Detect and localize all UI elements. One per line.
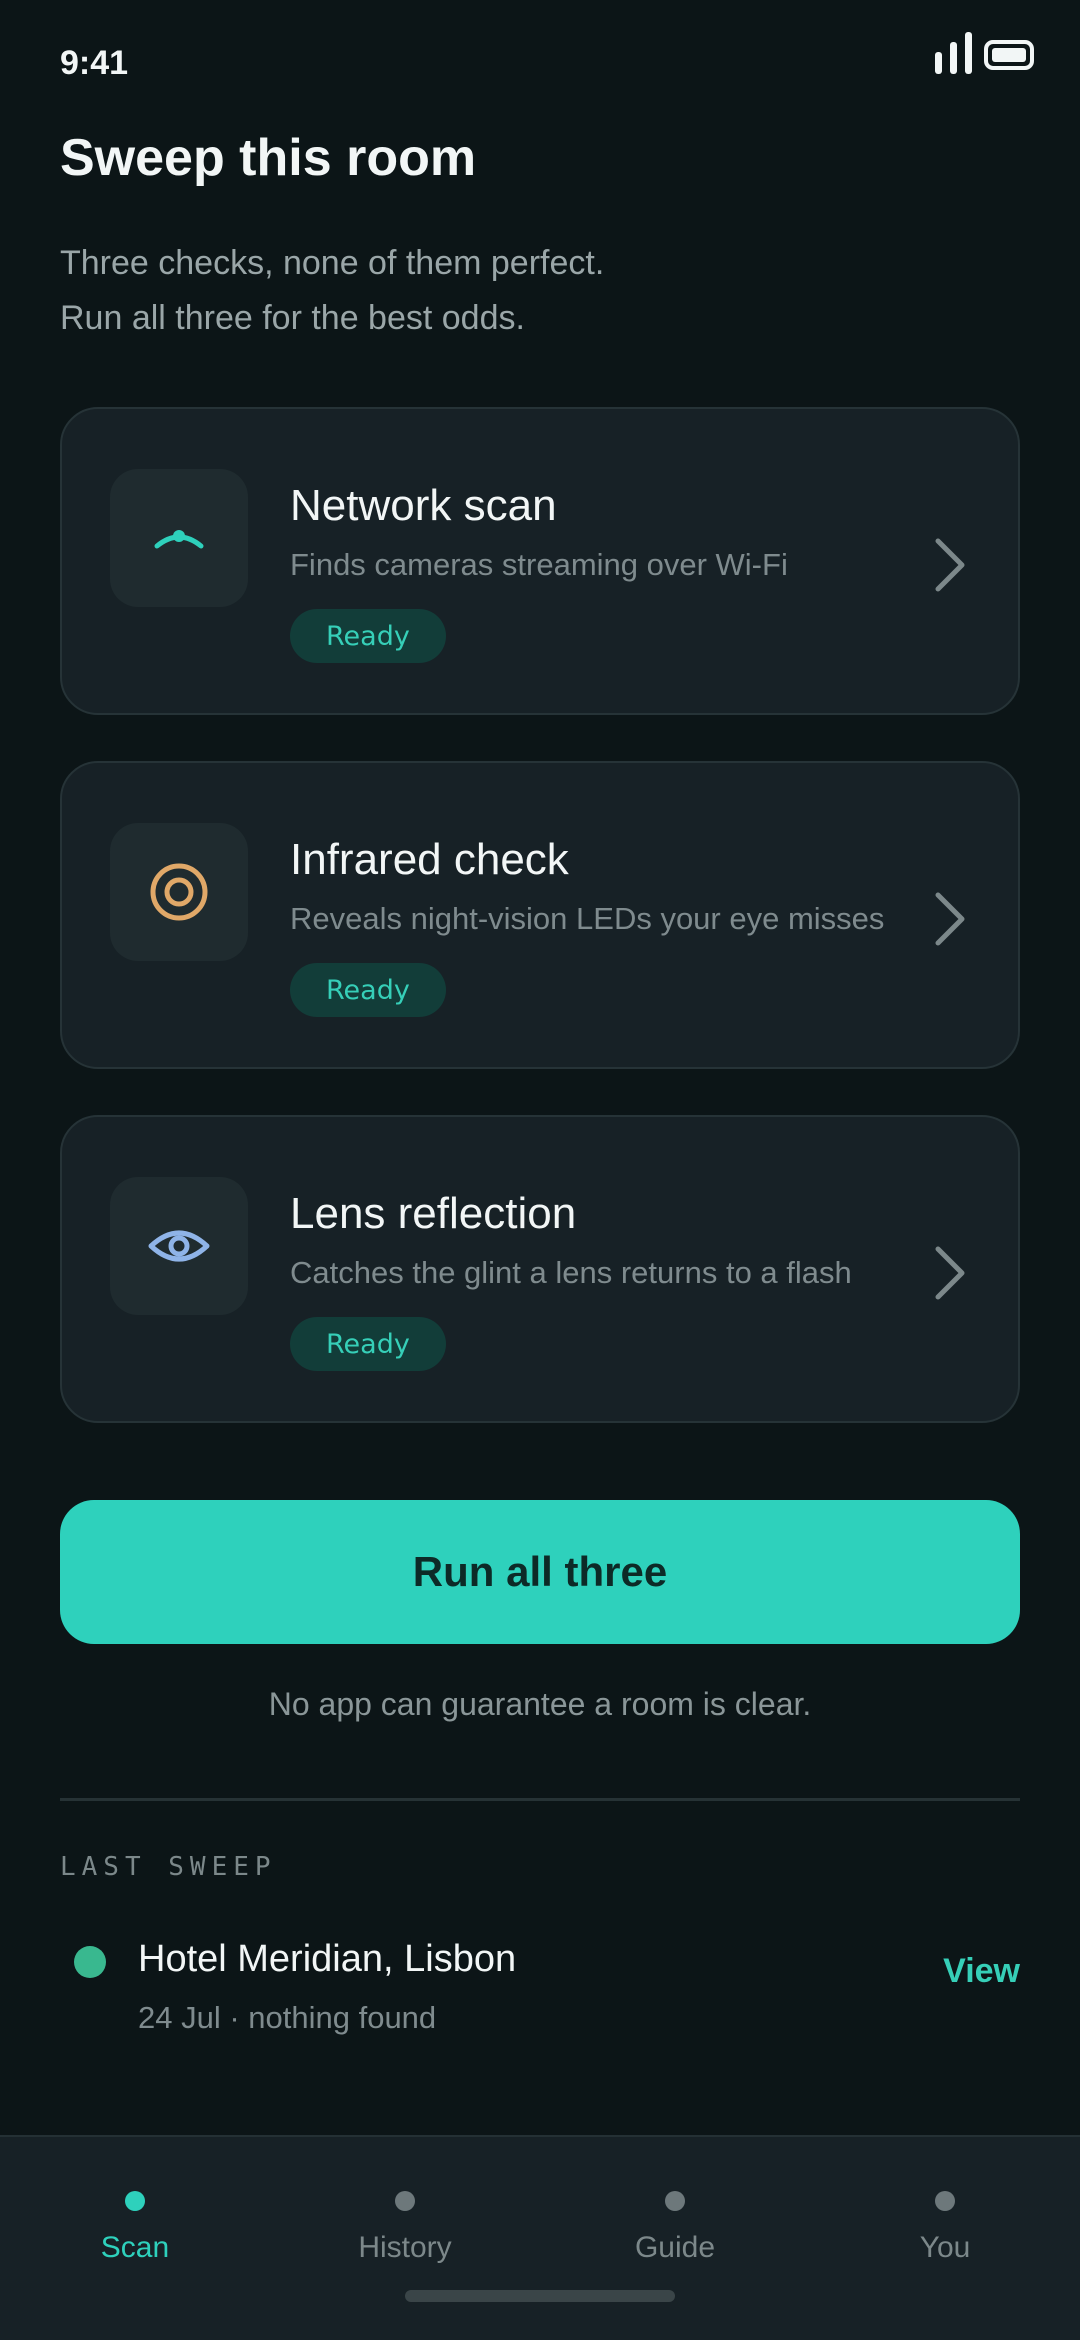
tab-label: Scan [100, 2231, 170, 2264]
check-description: Reveals night-vision LEDs your eye misse… [290, 901, 885, 936]
signal-icon [935, 32, 972, 74]
view-last-sweep-link[interactable]: View [943, 1952, 1020, 1991]
tab-dot-icon [935, 2191, 955, 2211]
tab-guide[interactable]: Guide [575, 2191, 775, 2265]
check-card-infrared[interactable]: Infrared check Reveals night-vision LEDs… [60, 761, 1020, 1069]
subtitle-line-2: Run all three for the best odds. [60, 299, 525, 337]
status-badge: Ready [290, 963, 446, 1017]
status-time: 9:41 [60, 44, 129, 82]
tab-you[interactable]: You [845, 2191, 1045, 2265]
wifi-icon [110, 469, 248, 607]
tab-label: History [358, 2231, 452, 2264]
status-badge: Ready [290, 609, 446, 663]
subtitle-line-1: Three checks, none of them perfect. [60, 244, 605, 282]
status-dot [74, 1946, 106, 1978]
battery-icon [984, 40, 1034, 70]
check-name: Infrared check [290, 835, 569, 884]
home-indicator[interactable] [405, 2290, 675, 2302]
last-sweep-meta: 24 Jul · nothing found [138, 2000, 437, 2035]
tab-dot-icon [665, 2191, 685, 2211]
check-name: Lens reflection [290, 1189, 577, 1238]
tab-bar: Scan History Guide You [0, 2135, 1080, 2340]
target-icon [110, 823, 248, 961]
tab-dot-icon [125, 2191, 145, 2211]
run-all-three-button[interactable]: Run all three [60, 1500, 1020, 1644]
tab-history[interactable]: History [305, 2191, 505, 2265]
chevron-right-icon [932, 535, 968, 600]
section-label-last-sweep: LAST SWEEP [60, 1852, 277, 1882]
check-description: Catches the glint a lens returns to a fl… [290, 1255, 852, 1290]
last-sweep-location: Hotel Meridian, Lisbon [138, 1938, 517, 1980]
tab-label: Guide [634, 2231, 716, 2264]
divider [60, 1798, 1020, 1801]
check-card-lens-reflection[interactable]: Lens reflection Catches the glint a lens… [60, 1115, 1020, 1423]
eye-icon [110, 1177, 248, 1315]
chevron-right-icon [932, 1243, 968, 1308]
screen: 9:41 Sweep this room Three checks, none … [0, 0, 1080, 2340]
tab-scan[interactable]: Scan [35, 2191, 235, 2265]
page-subtitle: Three checks, none of them perfect. Run … [60, 236, 604, 346]
chevron-right-icon [932, 889, 968, 954]
check-card-network-scan[interactable]: Network scan Finds cameras streaming ove… [60, 407, 1020, 715]
check-description: Finds cameras streaming over Wi-Fi [290, 547, 788, 582]
tab-label: You [919, 2231, 971, 2264]
status-badge: Ready [290, 1317, 446, 1371]
disclaimer: No app can guarantee a room is clear. [268, 1686, 812, 1722]
status-icons [935, 32, 1034, 74]
page-title: Sweep this room [60, 129, 477, 187]
check-name: Network scan [290, 481, 557, 530]
tab-dot-icon [395, 2191, 415, 2211]
